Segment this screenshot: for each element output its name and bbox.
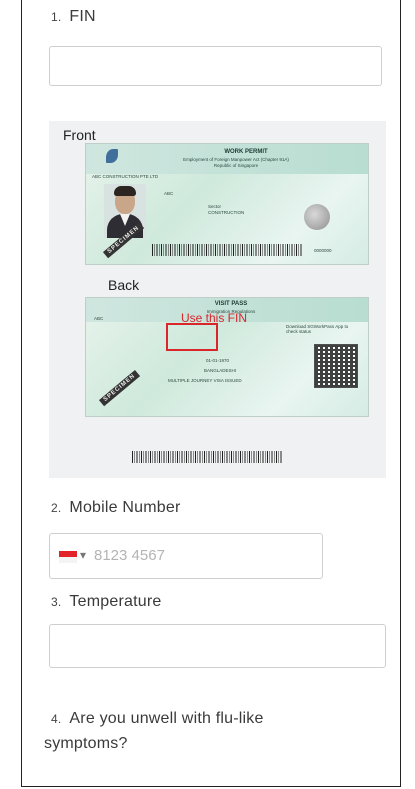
question-unwell-line2: symptoms?	[44, 735, 128, 752]
back-label: Back	[108, 277, 140, 293]
temperature-input[interactable]	[49, 624, 386, 668]
card-title: WORK PERMIT	[224, 149, 268, 155]
card-serial: 0000000	[314, 248, 332, 253]
fin-highlight-box	[166, 323, 218, 351]
mobile-number-placeholder[interactable]: 8123 4567	[94, 547, 165, 564]
nationality-value: BANGLADESHI	[204, 368, 237, 373]
front-label: Front	[63, 127, 96, 143]
barcode	[132, 451, 282, 463]
card-subtitle2: Republic of Singapore	[213, 163, 259, 168]
question-temperature: 3. Temperature	[51, 593, 161, 611]
question-number: 3.	[51, 595, 62, 609]
question-fin: 1. FIN	[51, 8, 96, 26]
fin-location-guide-image: Front WORK PERMIT Employment of Foreign …	[49, 121, 386, 478]
work-permit-front-card: WORK PERMIT Employment of Foreign Manpow…	[85, 143, 369, 265]
visit-pass-back-card: VISIT PASS Immigration Regulations ABC U…	[85, 297, 369, 417]
question-number: 4.	[51, 712, 62, 726]
question-unwell: 4. Are you unwell with flu-like	[51, 707, 264, 731]
barcode	[152, 244, 302, 256]
dob-value: 01-01-1970	[206, 358, 230, 363]
mobile-number-field[interactable]: ▾ 8123 4567	[49, 533, 323, 579]
singapore-flag-icon[interactable]	[59, 551, 77, 563]
hologram-icon	[304, 204, 330, 230]
country-dropdown-caret-icon[interactable]: ▾	[80, 548, 86, 562]
question-number: 2.	[51, 501, 62, 515]
question-label: Mobile Number	[69, 499, 181, 516]
pass-type: MULTIPLE JOURNEY VISA ISSUED	[168, 378, 242, 383]
card-subtitle: Employment of Foreign Manpower Act (Chap…	[183, 157, 289, 162]
question-label: Temperature	[69, 593, 162, 610]
question-mobile-number: 2. Mobile Number	[51, 499, 181, 517]
form-frame: 1. FIN Front WORK PERMIT Employment of Fo…	[21, 0, 401, 787]
question-label: Are you unwell with flu-like	[69, 710, 264, 727]
holder-name: ABC	[94, 316, 104, 321]
fin-input[interactable]	[49, 46, 382, 86]
sector-value: CONSTRUCTION	[208, 210, 245, 215]
specimen-stamp: SPECIMEN	[98, 369, 141, 407]
question-label: FIN	[69, 8, 96, 25]
holder-name: ABC	[164, 191, 174, 196]
employer-name: ABC CONSTRUCTION PTE LTD	[92, 174, 159, 179]
card-title: VISIT PASS	[214, 301, 248, 307]
sector-label: Sector	[208, 204, 222, 209]
download-note: Download SGWorkPass App to check status	[286, 324, 349, 334]
question-number: 1.	[51, 10, 62, 24]
qr-code	[314, 344, 358, 388]
